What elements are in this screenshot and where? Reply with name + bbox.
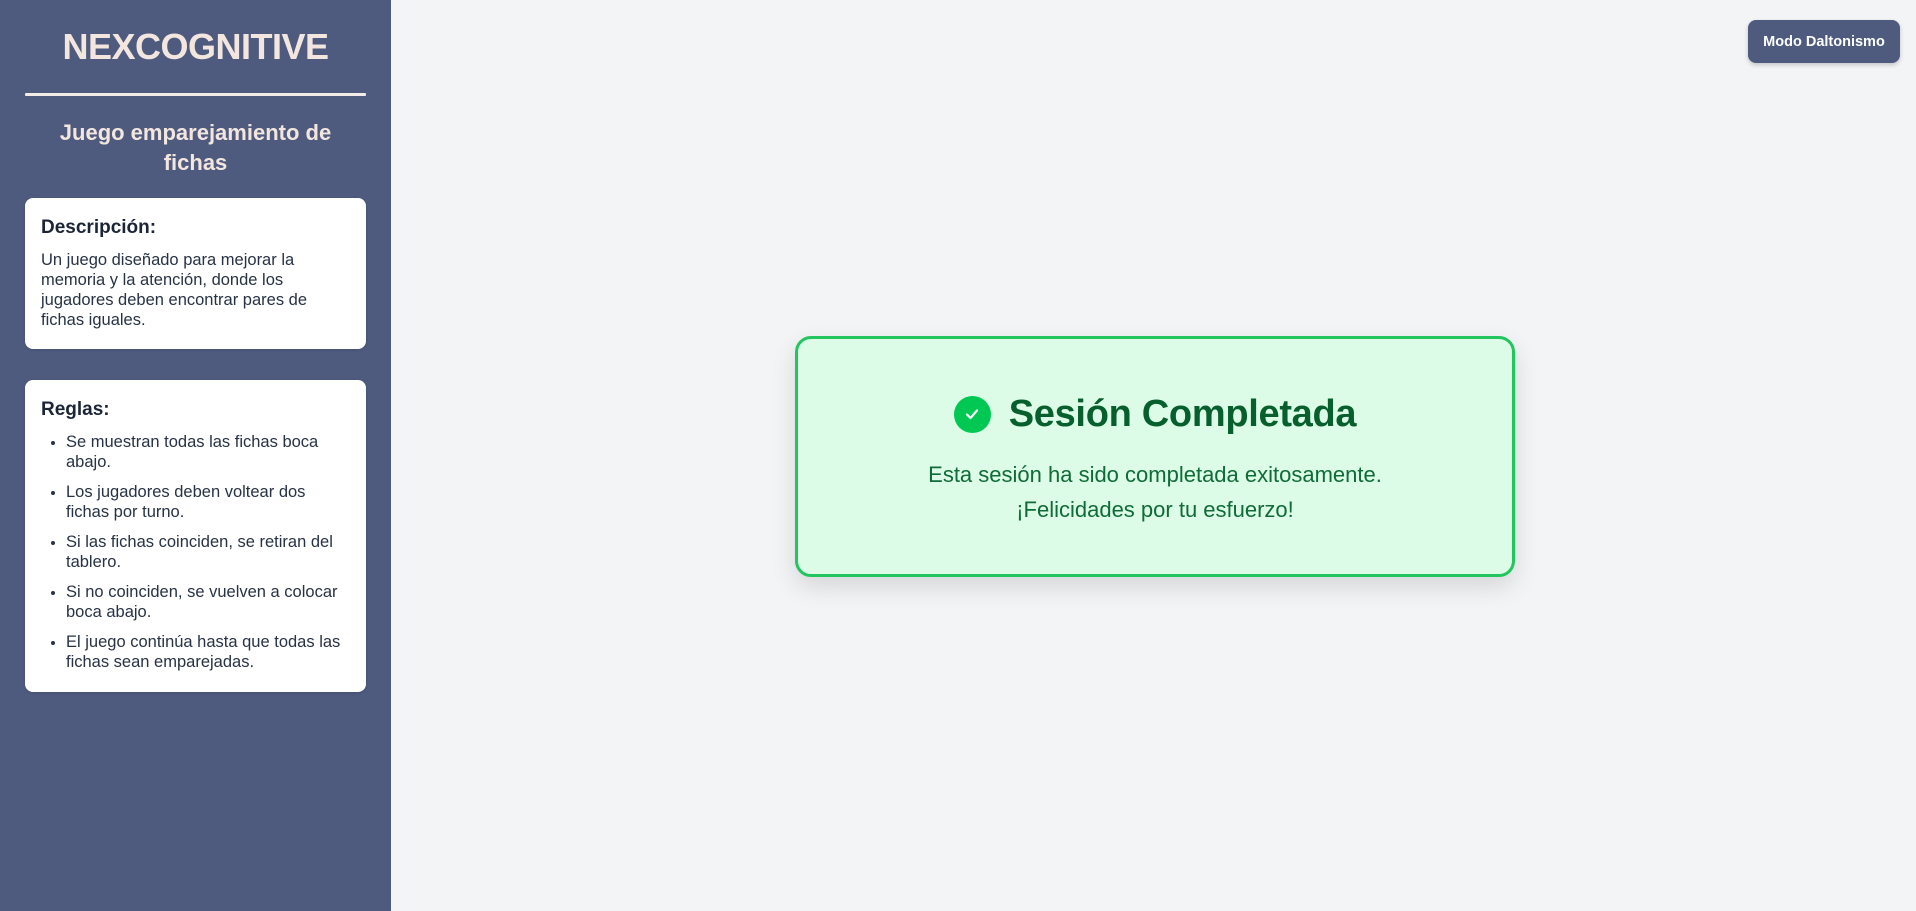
app-root: NEXCOGNITIVE Juego emparejamiento de fic… xyxy=(0,0,1916,911)
session-complete-message: Esta sesión ha sido completada exitosame… xyxy=(798,457,1512,527)
rules-heading: Reglas: xyxy=(41,399,110,420)
description-card: Descripción: Un juego diseñado para mejo… xyxy=(25,198,366,349)
session-complete-line-1: Esta sesión ha sido completada exitosame… xyxy=(928,462,1382,487)
main-content: Modo Daltonismo Sesión Completada Esta s… xyxy=(391,0,1916,911)
rules-list: Se muestran todas las fichas boca abajo.… xyxy=(41,432,350,672)
description-text: Un juego diseñado para mejorar la memori… xyxy=(41,251,308,329)
description-heading: Descripción: xyxy=(41,217,157,238)
rule-item: Se muestran todas las fichas boca abajo. xyxy=(66,432,350,472)
rule-item: Si las fichas coinciden, se retiran del … xyxy=(66,532,350,572)
colorblind-mode-button[interactable]: Modo Daltonismo xyxy=(1748,20,1900,63)
session-complete-panel: Sesión Completada Esta sesión ha sido co… xyxy=(795,336,1515,577)
brand-divider xyxy=(25,93,366,96)
sidebar: NEXCOGNITIVE Juego emparejamiento de fic… xyxy=(0,0,391,911)
rule-item: Los jugadores deben voltear dos fichas p… xyxy=(66,482,350,522)
session-complete-line-2: ¡Felicidades por tu esfuerzo! xyxy=(1016,497,1294,522)
game-title: Juego emparejamiento de fichas xyxy=(59,120,332,175)
rules-card: Reglas: Se muestran todas las fichas boc… xyxy=(25,380,366,692)
session-complete-title: Sesión Completada xyxy=(1008,393,1357,435)
rule-item: Si no coinciden, se vuelven a colocar bo… xyxy=(66,582,350,622)
brand-logo-text: NEXCOGNITIVE xyxy=(62,26,329,67)
rule-item: El juego continúa hasta que todas las fi… xyxy=(66,632,350,672)
session-complete-header: Sesión Completada xyxy=(798,391,1512,437)
check-circle-icon xyxy=(953,395,991,433)
